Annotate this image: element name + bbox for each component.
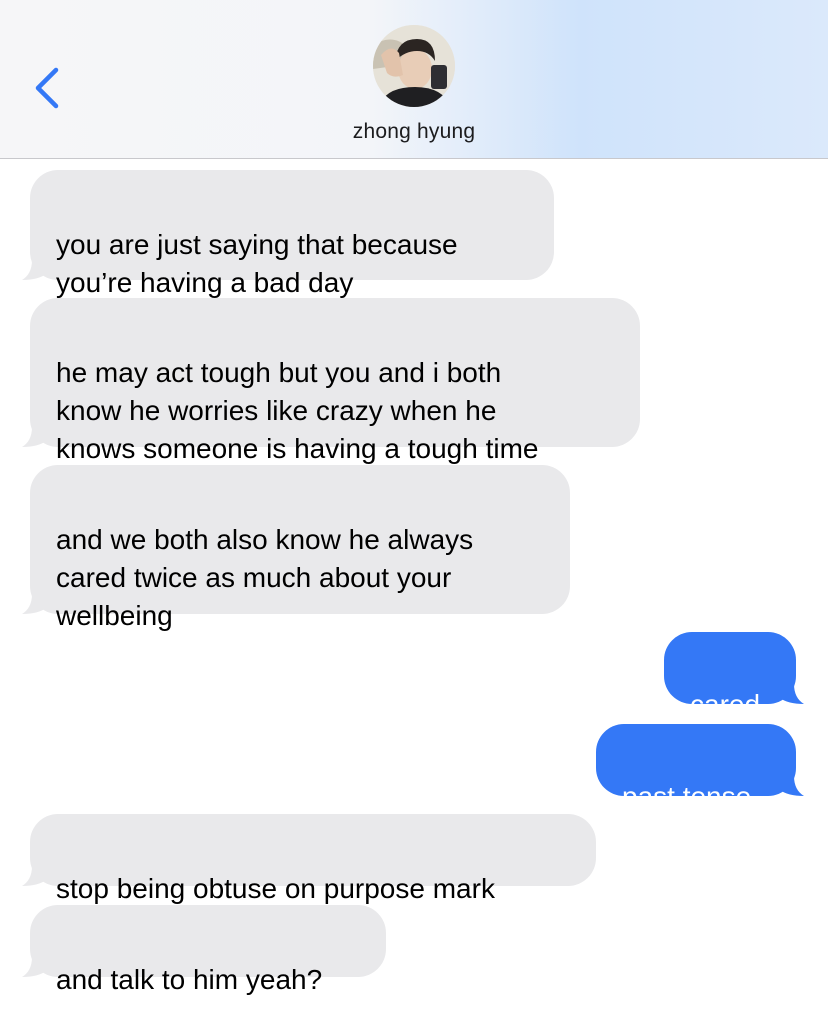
message-text: past tense (622, 781, 752, 812)
outgoing-message-bubble[interactable]: cared (664, 632, 804, 720)
back-button[interactable] (28, 64, 68, 112)
message-row: cared (664, 632, 804, 720)
incoming-message-bubble[interactable]: stop being obtuse on purpose mark (22, 814, 596, 904)
contact-name[interactable]: zhong hyung (0, 120, 828, 144)
incoming-message-bubble[interactable]: he may act tough but you and i both know… (22, 298, 640, 464)
bubble-tail (22, 586, 46, 614)
message-row: past tense (596, 724, 804, 812)
bubble-tail (22, 949, 46, 977)
message-text: and we both also know he always cared tw… (56, 524, 474, 631)
message-text: cared (690, 689, 761, 720)
incoming-message-bubble[interactable]: you are just saying that because you’re … (22, 170, 554, 298)
message-row: and we both also know he always cared tw… (22, 465, 570, 631)
conversation-header: zhong hyung (0, 0, 828, 159)
message-text: stop being obtuse on purpose mark (56, 873, 495, 904)
chevron-left-icon (35, 67, 59, 109)
avatar[interactable] (373, 25, 455, 107)
bubble-tail (780, 768, 804, 796)
message-row: stop being obtuse on purpose mark (22, 814, 596, 904)
message-text: he may act tough but you and i both know… (56, 357, 539, 464)
message-row: he may act tough but you and i both know… (22, 298, 640, 464)
bubble-tail (780, 676, 804, 704)
incoming-message-bubble[interactable]: and talk to him yeah? (22, 905, 386, 995)
message-text: and talk to him yeah? (56, 964, 323, 995)
outgoing-message-bubble[interactable]: past tense (596, 724, 804, 812)
incoming-message-bubble[interactable]: and we both also know he always cared tw… (22, 465, 570, 631)
bubble-tail (22, 858, 46, 886)
message-row: you are just saying that because you’re … (22, 170, 554, 298)
bubble-tail (22, 419, 46, 447)
message-row: and talk to him yeah? (22, 905, 386, 995)
contact-photo (373, 25, 455, 107)
bubble-tail (22, 252, 46, 280)
message-text: you are just saying that because you’re … (56, 229, 458, 298)
